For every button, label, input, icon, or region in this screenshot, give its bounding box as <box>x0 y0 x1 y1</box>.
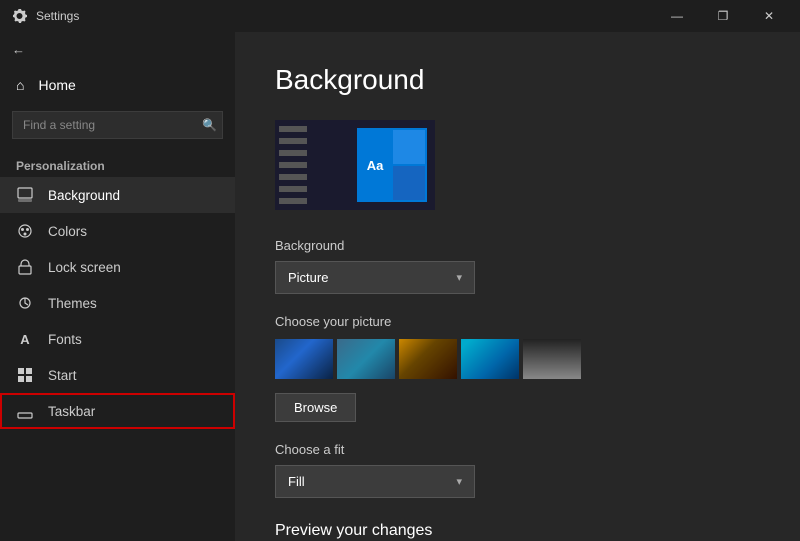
home-label: Home <box>38 77 75 93</box>
lock-screen-nav-icon <box>16 258 34 276</box>
tile-br <box>393 166 425 200</box>
preview-stripes <box>275 120 311 210</box>
picture-thumb-4[interactable] <box>461 339 519 379</box>
minimize-button[interactable]: — <box>654 0 700 32</box>
settings-icon <box>12 8 28 24</box>
dropdown-arrow-icon: ▾ <box>456 271 462 284</box>
picture-thumb-3[interactable] <box>399 339 457 379</box>
stripe-4 <box>279 162 307 168</box>
colors-nav-icon <box>16 222 34 240</box>
background-field-label: Background <box>275 238 760 253</box>
search-box: 🔍 <box>12 111 223 139</box>
fonts-nav-icon: A <box>16 330 34 348</box>
title-bar-left: Settings <box>12 8 79 24</box>
start-nav-icon <box>16 366 34 384</box>
preview-thumbnail: Aa <box>275 120 435 210</box>
picture-thumb-2[interactable] <box>337 339 395 379</box>
sidebar-home[interactable]: ⌂ Home <box>0 67 235 103</box>
themes-nav-label: Themes <box>48 296 97 311</box>
themes-nav-icon <box>16 294 34 312</box>
window-title: Settings <box>36 9 79 23</box>
maximize-button[interactable]: ❐ <box>700 0 746 32</box>
tile-tr <box>393 130 425 164</box>
home-icon: ⌂ <box>16 77 24 93</box>
sidebar-item-colors[interactable]: Colors <box>0 213 235 249</box>
window-controls: — ❐ ✕ <box>654 0 792 32</box>
fonts-nav-label: Fonts <box>48 332 82 347</box>
sidebar: ← ⌂ Home 🔍 Personalization Background Co… <box>0 32 235 541</box>
back-arrow-icon: ← <box>12 42 25 57</box>
fit-dropdown[interactable]: Fill ▾ <box>275 465 475 498</box>
stripe-5 <box>279 174 307 180</box>
personalization-label: Personalization <box>0 147 235 177</box>
colors-nav-label: Colors <box>48 224 87 239</box>
taskbar-nav-icon <box>16 402 34 420</box>
sidebar-item-background[interactable]: Background <box>0 177 235 213</box>
choose-fit-label: Choose a fit <box>275 442 760 457</box>
picture-grid <box>275 339 760 379</box>
lock-screen-nav-label: Lock screen <box>48 260 121 275</box>
tile-main: Aa <box>359 130 391 200</box>
search-icon: 🔍 <box>202 118 217 132</box>
stripe-3 <box>279 150 307 156</box>
sidebar-item-taskbar[interactable]: Taskbar <box>0 393 235 429</box>
browse-button[interactable]: Browse <box>275 393 356 422</box>
fit-dropdown-arrow-icon: ▾ <box>456 475 462 488</box>
picture-thumb-5[interactable] <box>523 339 581 379</box>
background-nav-icon <box>16 186 34 204</box>
fit-dropdown-value: Fill <box>288 474 305 489</box>
preview-changes-title: Preview your changes <box>275 522 760 540</box>
back-button[interactable]: ← <box>0 32 235 67</box>
title-bar: Settings — ❐ ✕ <box>0 0 800 32</box>
sidebar-item-fonts[interactable]: A Fonts <box>0 321 235 357</box>
search-input[interactable] <box>12 111 223 139</box>
sidebar-item-themes[interactable]: Themes <box>0 285 235 321</box>
close-button[interactable]: ✕ <box>746 0 792 32</box>
taskbar-nav-label: Taskbar <box>48 404 95 419</box>
background-dropdown-value: Picture <box>288 270 328 285</box>
picture-thumb-1[interactable] <box>275 339 333 379</box>
app-body: ← ⌂ Home 🔍 Personalization Background Co… <box>0 32 800 541</box>
main-content: Background Aa Background Picture ▾ <box>235 32 800 541</box>
stripe-7 <box>279 198 307 204</box>
sidebar-item-lock-screen[interactable]: Lock screen <box>0 249 235 285</box>
stripe-1 <box>279 126 307 132</box>
stripe-2 <box>279 138 307 144</box>
background-dropdown[interactable]: Picture ▾ <box>275 261 475 294</box>
page-title: Background <box>275 64 760 96</box>
sidebar-item-start[interactable]: Start <box>0 357 235 393</box>
background-nav-label: Background <box>48 188 120 203</box>
start-nav-label: Start <box>48 368 77 383</box>
preview-tiles: Aa <box>357 128 427 202</box>
stripe-6 <box>279 186 307 192</box>
choose-picture-label: Choose your picture <box>275 314 760 329</box>
